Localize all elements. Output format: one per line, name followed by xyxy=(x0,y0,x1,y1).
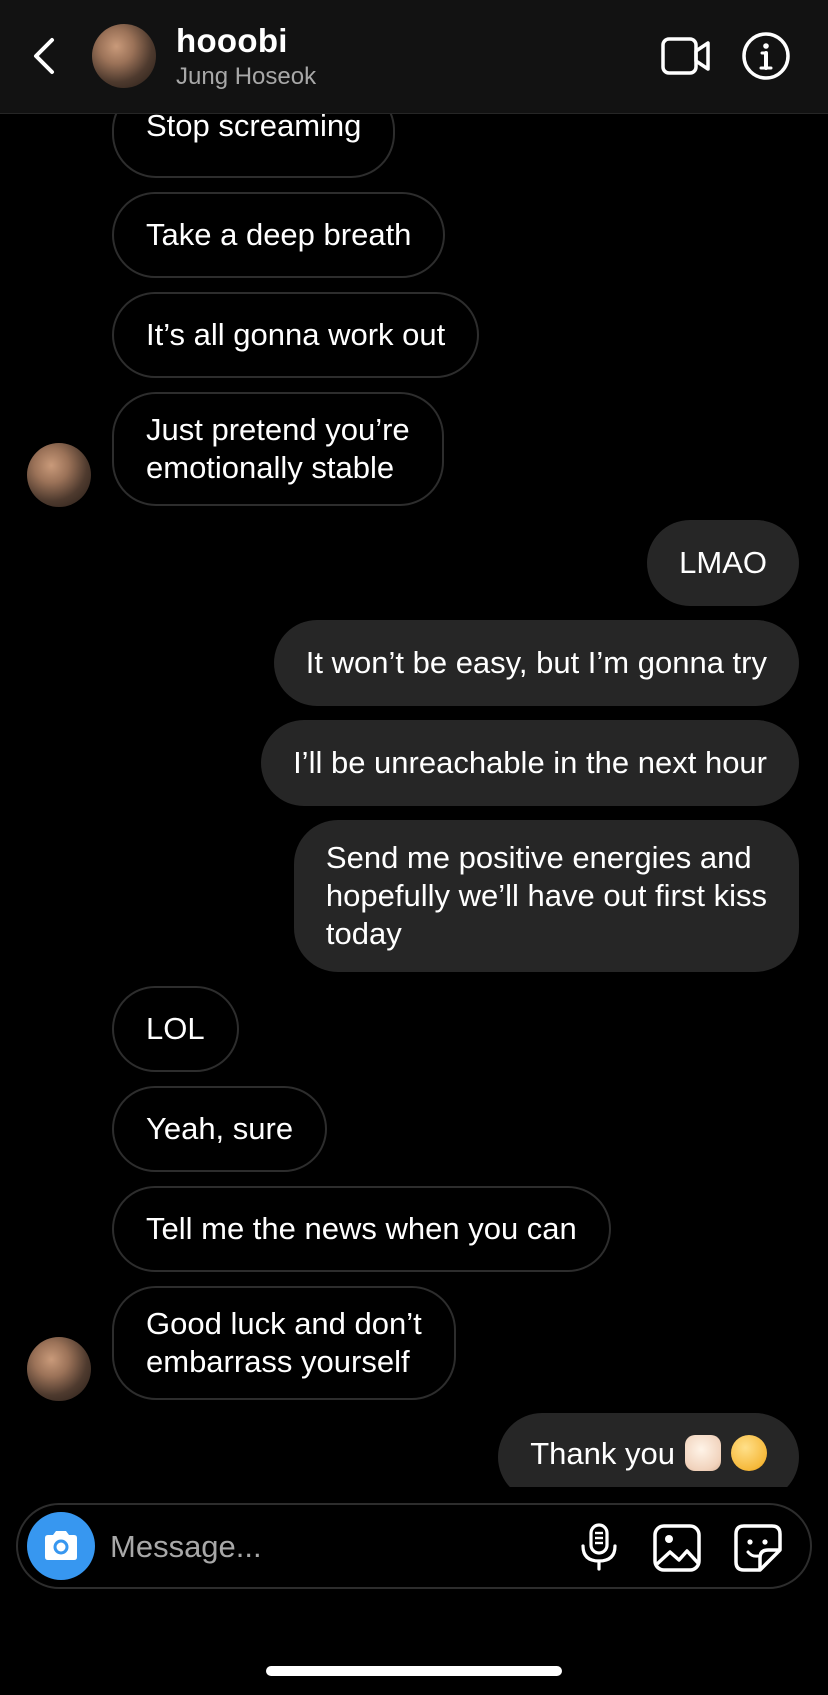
message-bubble-incoming[interactable]: It’s all gonna work out xyxy=(112,292,480,378)
message-text: Tell me the news when you can xyxy=(146,1211,577,1246)
message-text: It’s all gonna work out xyxy=(146,317,446,352)
message-bubble-incoming[interactable]: LOL xyxy=(112,986,239,1072)
sender-avatar[interactable] xyxy=(27,1337,91,1401)
message-text-line: Send me positive energies and xyxy=(325,840,752,875)
sticker-icon xyxy=(734,1524,782,1572)
message-bubble-incoming[interactable]: Yeah, sure xyxy=(112,1086,328,1172)
sender-avatar[interactable] xyxy=(27,443,91,507)
microphone-icon xyxy=(581,1523,617,1571)
camera-icon xyxy=(45,1531,77,1560)
message-text: Thank you xyxy=(530,1436,675,1471)
message-text: It won’t be easy, but I’m gonna try xyxy=(305,645,767,680)
message-bubble-outgoing[interactable]: I’ll be unreachable in the next hour xyxy=(261,720,799,806)
sneezing-face-emoji xyxy=(731,1435,767,1471)
sticker-button[interactable] xyxy=(732,1523,784,1573)
message-bubble-outgoing[interactable]: Send me positive energies and hopefully … xyxy=(293,820,799,972)
gallery-button[interactable] xyxy=(652,1523,702,1573)
message-text-line: embarrass yourself xyxy=(146,1344,410,1379)
message-bubble-outgoing[interactable]: Thank you xyxy=(498,1413,799,1487)
message-bubble-incoming[interactable]: Good luck and don’t embarrass yourself xyxy=(112,1286,456,1400)
message-text: LMAO xyxy=(679,545,767,580)
message-text: I’ll be unreachable in the next hour xyxy=(293,745,767,780)
message-thread[interactable]: Stop screaming Take a deep breath It’s a… xyxy=(0,0,828,1487)
message-text-line: hopefully we’ll have out first kiss xyxy=(325,878,767,913)
voice-message-button[interactable] xyxy=(575,1522,623,1572)
message-bubble-outgoing[interactable]: LMAO xyxy=(647,520,799,606)
message-bubble-incoming[interactable]: Just pretend you’re emotionally stable xyxy=(112,392,444,506)
profile-avatar[interactable] xyxy=(92,24,156,88)
chat-header: hooobi Jung Hoseok xyxy=(0,0,828,114)
video-camera-icon xyxy=(661,37,710,75)
message-text: Yeah, sure xyxy=(146,1111,294,1146)
message-bubble-incoming[interactable]: Tell me the news when you can xyxy=(112,1186,611,1272)
video-call-button[interactable] xyxy=(660,34,712,78)
message-text-line: emotionally stable xyxy=(146,450,395,485)
gallery-icon xyxy=(653,1524,701,1572)
message-bubble-outgoing[interactable]: It won’t be easy, but I’m gonna try xyxy=(273,620,799,706)
message-text-line: today xyxy=(325,916,402,951)
message-bubble-incoming[interactable]: Take a deep breath xyxy=(112,192,446,278)
message-text-line: Just pretend you’re xyxy=(146,412,410,447)
info-icon xyxy=(742,32,790,80)
message-text-line: Good luck and don’t xyxy=(146,1306,422,1341)
message-text: Take a deep breath xyxy=(146,217,412,252)
message-composer xyxy=(16,1503,812,1589)
info-button[interactable] xyxy=(741,31,791,81)
back-button[interactable] xyxy=(24,30,68,82)
raised-fist-emoji xyxy=(685,1435,721,1471)
chat-full-name[interactable]: Jung Hoseok xyxy=(176,63,316,91)
message-text: LOL xyxy=(146,1011,205,1046)
message-input[interactable] xyxy=(108,1519,492,1575)
camera-button[interactable] xyxy=(27,1512,95,1580)
chat-username[interactable]: hooobi xyxy=(176,22,288,60)
home-indicator[interactable] xyxy=(266,1666,562,1676)
chevron-left-icon xyxy=(34,38,54,74)
